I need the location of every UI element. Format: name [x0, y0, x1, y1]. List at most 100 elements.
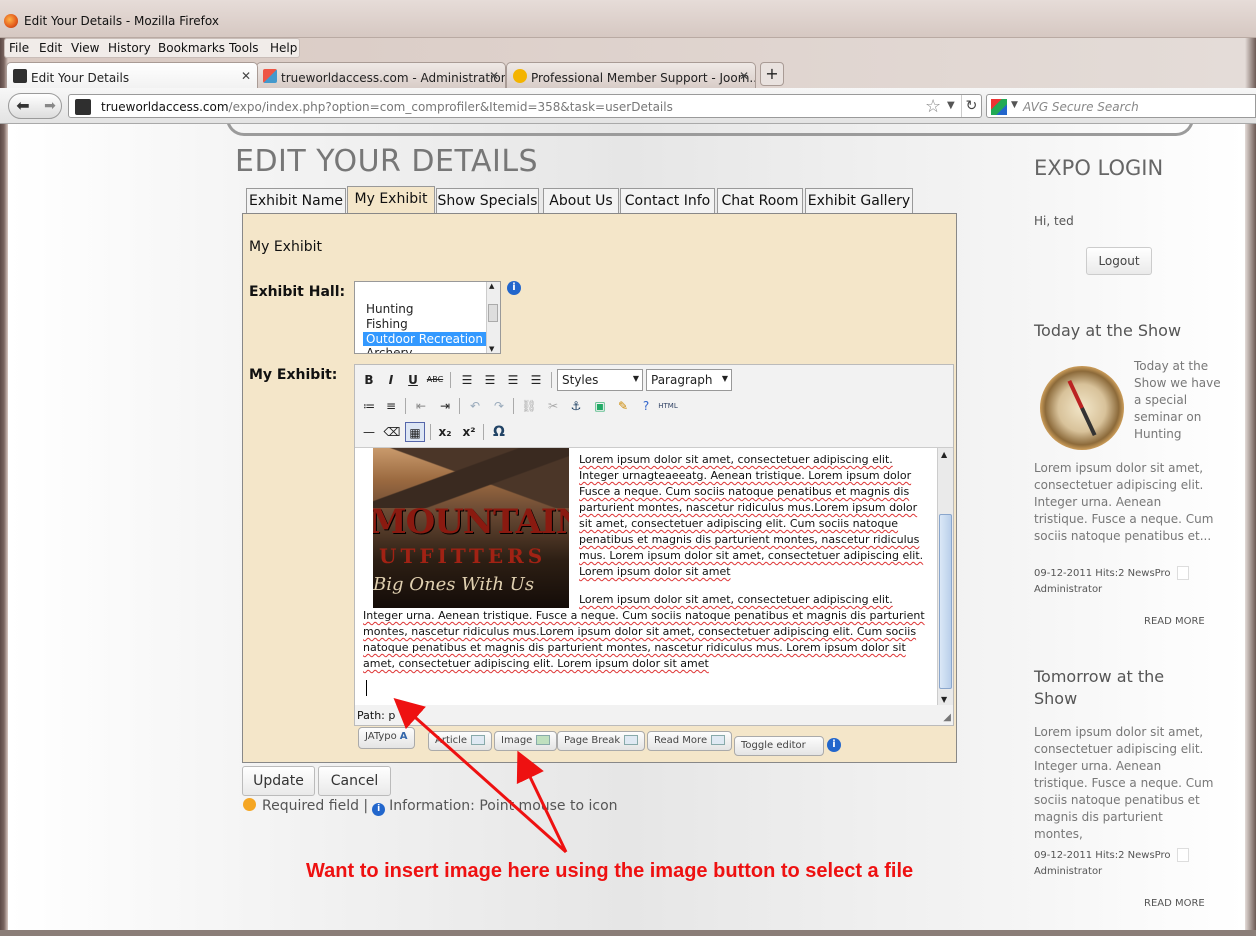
article-button[interactable]: Article [428, 731, 493, 751]
today-meta: 09-12-2011 Hits:2 NewsPro [1034, 566, 1189, 580]
tab-about-us[interactable]: About Us [543, 188, 619, 214]
align-center-icon[interactable]: ☰ [480, 370, 500, 390]
resize-grip-icon[interactable]: ◢ [943, 712, 951, 723]
info-icon[interactable]: i [507, 281, 521, 295]
format-select[interactable]: Paragraph ▼ [646, 369, 732, 391]
jatypo-icon: A [399, 731, 408, 742]
italic-icon[interactable]: I [381, 370, 401, 390]
back-arrow-icon[interactable]: ⬅ [9, 94, 37, 118]
image-button[interactable]: Image [494, 731, 558, 751]
tab-exhibit-name[interactable]: Exhibit Name [246, 188, 346, 214]
outdent-icon[interactable]: ⇤ [411, 396, 431, 416]
editor-content-area[interactable]: MOUNTAIN UTFITTERS Big Ones With Us Lore… [355, 447, 953, 705]
user-icon [1176, 848, 1189, 862]
hall-option[interactable]: Hunting [363, 302, 417, 316]
tab-exhibit-gallery[interactable]: Exhibit Gallery [805, 188, 913, 214]
today-intro: Today at the Show we have a special semi… [1134, 359, 1221, 441]
insert-image-icon[interactable]: ▣ [590, 396, 610, 416]
cleanup-icon[interactable]: ✎ [613, 396, 633, 416]
special-char-icon[interactable]: Ω [489, 422, 509, 442]
search-bar[interactable]: ▼ AVG Secure Search [986, 94, 1256, 118]
forward-arrow-icon[interactable]: ➡ [39, 94, 61, 118]
scroll-thumb[interactable] [488, 304, 498, 322]
browser-tab-administration[interactable]: trueworldaccess.com - Administration ✕ [256, 62, 506, 88]
read-more-link[interactable]: READ MORE [1144, 898, 1205, 909]
listbox-scrollbar[interactable]: ▲ ▼ [486, 282, 500, 353]
jatypo-button[interactable]: JATypo A [358, 727, 415, 749]
indent-icon[interactable]: ⇥ [435, 396, 455, 416]
scroll-up-icon[interactable]: ▲ [489, 282, 494, 290]
today-author: Administrator [1034, 584, 1103, 595]
required-text: Required field | [262, 798, 369, 814]
align-justify-icon[interactable]: ☰ [526, 370, 546, 390]
info-icon[interactable]: i [827, 738, 841, 752]
tomorrow-author: Administrator [1034, 866, 1103, 877]
numbered-list-icon[interactable]: ≡ [381, 396, 401, 416]
menu-view[interactable]: View [71, 41, 99, 55]
mountain-outfitters-image[interactable]: MOUNTAIN UTFITTERS Big Ones With Us [373, 448, 569, 608]
image-text-line-1: MOUNTAIN [373, 502, 569, 542]
tab-contact-info[interactable]: Contact Info [620, 188, 715, 214]
read-more-button[interactable]: Read More [647, 731, 733, 751]
bullet-list-icon[interactable]: ≔ [359, 396, 379, 416]
menu-history[interactable]: History [108, 41, 151, 55]
visual-aid-icon[interactable]: ▦ [405, 422, 425, 442]
update-button[interactable]: Update [242, 766, 315, 796]
unlink-icon[interactable]: ✂ [543, 396, 563, 416]
image-icon [536, 735, 551, 745]
cancel-button[interactable]: Cancel [318, 766, 391, 796]
html-source-icon[interactable]: HTML [658, 396, 678, 416]
align-left-icon[interactable]: ☰ [457, 370, 477, 390]
exhibit-hall-listbox[interactable]: Hunting Fishing Outdoor Recreation Arche… [354, 281, 501, 354]
close-icon[interactable]: ✕ [241, 69, 251, 83]
horizontal-rule-icon[interactable]: — [359, 422, 379, 442]
menu-tools[interactable]: Tools [229, 41, 259, 55]
scroll-thumb[interactable] [939, 514, 952, 689]
close-icon[interactable]: ✕ [739, 69, 749, 83]
mountain-peaks [373, 448, 569, 508]
scroll-down-icon[interactable]: ▼ [941, 695, 947, 704]
hall-option-selected[interactable]: Outdoor Recreation [363, 332, 486, 346]
tab-my-exhibit[interactable]: My Exhibit [347, 186, 435, 213]
superscript-icon[interactable]: x² [459, 422, 479, 442]
subscript-icon[interactable]: x₂ [435, 422, 455, 442]
align-right-icon[interactable]: ☰ [503, 370, 523, 390]
tab-label: Professional Member Support - Joom... [531, 71, 756, 85]
browser-tab-edit-details[interactable]: Edit Your Details ✕ [6, 62, 258, 88]
menu-file[interactable]: File [9, 41, 29, 55]
reload-icon[interactable]: ↻ [961, 95, 981, 117]
editor-paragraph-1: Lorem ipsum dolor sit amet, consectetuer… [579, 453, 924, 578]
help-icon[interactable]: ? [636, 396, 656, 416]
editor-scrollbar[interactable]: ▲ ▼ [937, 448, 953, 705]
scroll-up-icon[interactable]: ▲ [941, 450, 947, 459]
undo-icon[interactable]: ↶ [465, 396, 485, 416]
url-bar[interactable]: trueworldaccess.com/expo/index.php?optio… [68, 94, 982, 118]
tab-show-specials[interactable]: Show Specials [436, 188, 539, 214]
browser-tab-member-support[interactable]: Professional Member Support - Joom... ✕ [506, 62, 756, 88]
menu-edit[interactable]: Edit [39, 41, 62, 55]
eraser-icon[interactable]: ⌫ [382, 422, 402, 442]
hall-option[interactable]: Archery [363, 346, 416, 353]
bookmark-star-icon[interactable]: ☆ [925, 96, 941, 117]
tab-chat-room[interactable]: Chat Room [717, 188, 803, 214]
close-icon[interactable]: ✕ [489, 69, 499, 83]
strikethrough-icon[interactable]: ABC [425, 370, 445, 390]
toggle-editor-button[interactable]: Toggle editor [734, 736, 824, 756]
logout-button[interactable]: Logout [1086, 247, 1152, 275]
hall-option[interactable]: Fishing [363, 317, 411, 331]
anchor-icon[interactable]: ⚓ [566, 396, 586, 416]
menu-bookmarks[interactable]: Bookmarks [158, 41, 225, 55]
read-more-link[interactable]: READ MORE [1144, 616, 1205, 627]
scroll-down-icon[interactable]: ▼ [489, 345, 494, 353]
page-break-button[interactable]: Page Break [557, 731, 646, 751]
menu-help[interactable]: Help [270, 41, 297, 55]
bold-icon[interactable]: B [359, 370, 379, 390]
underline-icon[interactable]: U [403, 370, 423, 390]
chevron-down-icon[interactable]: ▼ [1011, 100, 1018, 110]
link-icon[interactable]: ⛓ [519, 396, 539, 416]
back-forward-group: ⬅ ➡ [8, 93, 62, 119]
new-tab-button[interactable]: + [760, 62, 784, 86]
chevron-down-icon[interactable]: ▼ [947, 100, 955, 111]
redo-icon[interactable]: ↷ [489, 396, 509, 416]
styles-select[interactable]: Styles ▼ [557, 369, 643, 391]
